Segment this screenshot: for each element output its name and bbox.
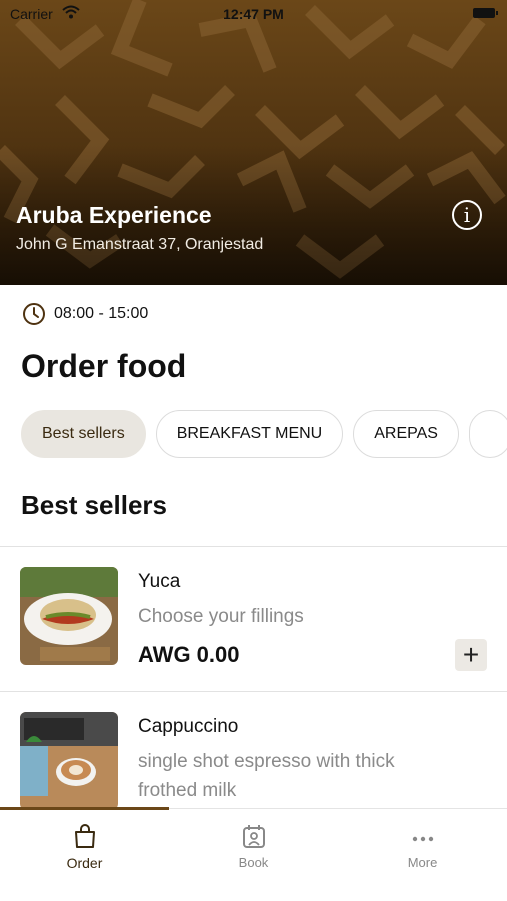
hours-text: 08:00 - 15:00 — [54, 305, 149, 322]
calendar-user-icon — [242, 825, 265, 848]
item-image-yuca — [20, 567, 118, 665]
plus-icon[interactable]: + — [455, 639, 487, 671]
tab-label: Book — [238, 855, 269, 870]
battery-icon — [473, 8, 498, 18]
ellipsis-icon — [412, 836, 433, 842]
menu-item-cappuccino[interactable]: Cappuccino single shot espresso with thi… — [0, 692, 507, 808]
item-price: AWG 0.00 — [138, 642, 240, 667]
info-icon[interactable]: i — [452, 200, 482, 230]
page-title: Order food — [21, 348, 187, 384]
chip-breakfast-menu[interactable]: BREAKFAST MENU — [155, 410, 344, 458]
category-chips: Best sellers BREAKFAST MENU AREPAS — [21, 410, 507, 460]
item-name: Cappuccino — [138, 716, 239, 737]
venue-address: John G Emanstraat 37, Oranjestad — [16, 236, 264, 253]
bag-icon — [74, 824, 95, 848]
item-name: Yuca — [138, 571, 181, 592]
menu-item-yuca[interactable]: Yuca Choose your fillings AWG 0.00 + — [0, 547, 507, 691]
opening-hours: 08:00 - 15:00 — [22, 302, 148, 326]
tab-bar: Order Book More — [0, 807, 507, 901]
tab-indicator — [0, 807, 169, 810]
tab-label: Order — [66, 855, 103, 871]
item-description: single shot espresso with thick frothed … — [138, 751, 395, 801]
venue-header: Carrier 12:47 PM Aruba Experience John G… — [0, 0, 507, 285]
chip-partial[interactable] — [468, 410, 507, 458]
tab-more[interactable]: More — [338, 821, 507, 870]
status-time: 12:47 PM — [223, 6, 284, 22]
chip-arepas[interactable]: AREPAS — [353, 410, 459, 458]
tab-label: More — [407, 855, 438, 870]
venue-name: Aruba Experience — [16, 202, 212, 228]
tab-book[interactable]: Book — [169, 821, 338, 870]
status-bar: Carrier 12:47 PM — [0, 0, 507, 28]
section-title: Best sellers — [21, 490, 167, 520]
tab-order[interactable]: Order — [0, 821, 169, 871]
item-description: Choose your fillings — [138, 606, 304, 627]
chip-best-sellers[interactable]: Best sellers — [21, 410, 146, 458]
clock-icon — [23, 303, 45, 325]
item-image-cappuccino — [20, 712, 118, 808]
